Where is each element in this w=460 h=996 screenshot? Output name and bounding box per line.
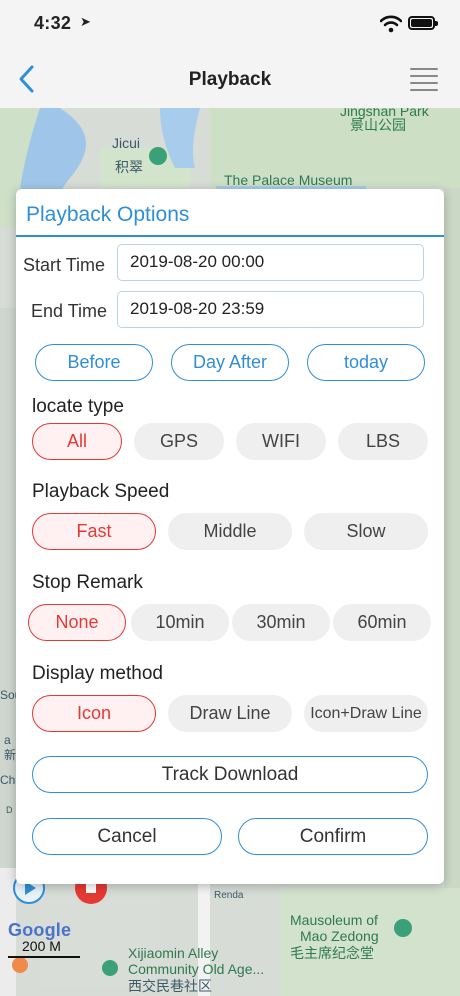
locate-all-option[interactable]: All <box>32 423 122 460</box>
playback-speed-label: Playback Speed <box>32 481 170 502</box>
locate-type-label: locate type <box>32 396 124 417</box>
locate-wifi-option[interactable]: WIFI <box>236 423 326 460</box>
start-time-input[interactable]: 2019-08-20 00:00 <box>117 244 424 281</box>
map-label-palace: The Palace Museum <box>224 172 353 188</box>
map-label-mao-cn: 毛主席纪念堂 <box>290 945 374 961</box>
title-divider <box>16 235 444 237</box>
stop-remark-label: Stop Remark <box>32 572 143 593</box>
speed-fast-option[interactable]: Fast <box>32 513 156 550</box>
map-label-xijiaomin: Xijiaomin Alley <box>128 945 219 961</box>
status-time: 4:32 <box>34 13 72 33</box>
end-time-input[interactable]: 2019-08-20 23:59 <box>117 291 424 328</box>
map-label-left-a: a <box>4 733 11 747</box>
map-label-bottom-cn: 西交民巷社区 <box>128 978 212 994</box>
status-bar: 4:32 ➤ <box>0 0 460 50</box>
display-icon-draw-line-option[interactable]: Icon+Draw Line <box>304 695 428 732</box>
speed-middle-option[interactable]: Middle <box>168 513 292 550</box>
playback-options-dialog: Playback Options Start Time 2019-08-20 0… <box>16 189 444 884</box>
map-scale-label: 200 M <box>22 938 61 954</box>
locate-lbs-option[interactable]: LBS <box>338 423 428 460</box>
map-label-jingshan-cn: 景山公园 <box>350 117 406 133</box>
map-label-jicui: Jicui <box>112 135 141 151</box>
locate-gps-option[interactable]: GPS <box>134 423 224 460</box>
map-label-community: Community Old Age... <box>128 961 265 977</box>
day-after-button[interactable]: Day After <box>171 344 289 381</box>
location-arrow-icon: ➤ <box>80 14 91 29</box>
map-label-left-cn: 新 <box>4 748 17 762</box>
menu-icon[interactable] <box>410 68 438 92</box>
map-label-mao: Mao Zedong <box>300 928 379 944</box>
track-download-button[interactable]: Track Download <box>32 756 428 793</box>
nav-bar: Playback <box>0 50 460 108</box>
wifi-icon <box>380 15 402 33</box>
map-label-left-d: D <box>6 805 13 815</box>
stop-30min-option[interactable]: 30min <box>232 604 330 641</box>
today-button[interactable]: today <box>307 344 425 381</box>
display-icon-option[interactable]: Icon <box>32 695 156 732</box>
end-time-label: End Time <box>31 301 108 321</box>
stop-10min-option[interactable]: 10min <box>131 604 229 641</box>
battery-icon <box>408 16 438 30</box>
map-scale: 200 M <box>8 938 80 958</box>
stop-60min-option[interactable]: 60min <box>333 604 431 641</box>
speed-slow-option[interactable]: Slow <box>304 513 428 550</box>
map-label-mausoleum: Mausoleum of <box>290 912 378 928</box>
confirm-button[interactable]: Confirm <box>238 818 428 855</box>
map-label-jicui-cn: 积翠 <box>115 159 143 175</box>
page-title: Playback <box>188 69 272 90</box>
map-label-renda: Renda <box>214 890 244 901</box>
dialog-title: Playback Options <box>26 203 190 226</box>
display-draw-line-option[interactable]: Draw Line <box>168 695 292 732</box>
start-time-label: Start Time <box>23 255 106 275</box>
before-button[interactable]: Before <box>35 344 153 381</box>
stop-none-option[interactable]: None <box>28 604 126 641</box>
cancel-button[interactable]: Cancel <box>32 818 222 855</box>
display-method-label: Display method <box>32 663 163 684</box>
